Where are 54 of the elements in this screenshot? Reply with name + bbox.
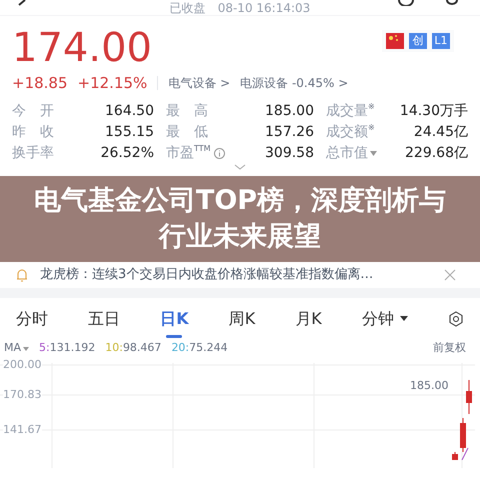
chart-tab[interactable]: 分时 bbox=[16, 298, 48, 340]
caret-icon bbox=[23, 346, 30, 350]
y-axis-label: 200.00 bbox=[3, 358, 42, 370]
ma-value: 20:75.244 bbox=[171, 340, 228, 356]
stat-value: 157.26 bbox=[265, 122, 314, 142]
chart-tab[interactable]: 五日 bbox=[88, 298, 120, 340]
adjust-label[interactable]: 前复权 bbox=[433, 340, 466, 357]
stat-value: 155.15 bbox=[105, 122, 154, 142]
market-badge: L1 bbox=[432, 33, 450, 49]
ma-dropdown[interactable]: MA bbox=[4, 340, 30, 357]
stat-label: 换手率 bbox=[12, 144, 54, 162]
chart-tab[interactable]: 月K bbox=[295, 298, 322, 340]
notice-text[interactable]: 龙虎榜：连续3个交易日内收盘价格涨幅较基准指数偏离… bbox=[40, 264, 374, 284]
info-icon[interactable] bbox=[214, 148, 225, 158]
bell-icon bbox=[14, 266, 30, 282]
stat-label: 总市值 bbox=[326, 144, 368, 162]
stat-value: 185.00 bbox=[265, 102, 314, 120]
status-text: 已收盘 bbox=[170, 1, 206, 15]
note-mark: ※ bbox=[368, 122, 375, 134]
settings-icon[interactable] bbox=[448, 310, 464, 326]
stat-label: 成交额 bbox=[326, 122, 368, 142]
chart-tab[interactable]: 日K bbox=[160, 298, 189, 340]
chart-tab[interactable]: 周K bbox=[228, 298, 256, 340]
banner-title: 电气基金公司TOP榜，深度剖析与行业未来展望 bbox=[32, 184, 448, 254]
change-text: +18.85 bbox=[12, 73, 68, 94]
y-axis-label: 141.67 bbox=[3, 422, 42, 436]
chart-tab[interactable]: 分钟 bbox=[362, 298, 408, 340]
sector-link[interactable]: 电气设备 > bbox=[168, 74, 230, 92]
market-badge: 创 bbox=[409, 33, 427, 49]
sub-sector-link[interactable]: 电源设备 -0.45% > bbox=[240, 74, 348, 92]
stat-label: 最 低 bbox=[166, 122, 208, 142]
stat-label: 市盈 bbox=[166, 144, 194, 162]
time-text: 08-10 16:14:03 bbox=[218, 1, 310, 15]
stat-label: 最 高 bbox=[166, 102, 208, 120]
y-axis-label: 170.83 bbox=[3, 388, 42, 400]
high-price-label: 185.00 bbox=[410, 378, 448, 394]
change-percent-text: +12.15% bbox=[78, 73, 148, 94]
back-icon[interactable] bbox=[18, 0, 26, 6]
stat-value: 24.45亿 bbox=[414, 122, 468, 142]
stat-value: 309.58 bbox=[265, 144, 314, 162]
flag-icon bbox=[386, 33, 404, 49]
stat-value: 229.68亿 bbox=[405, 144, 468, 162]
stat-value: 164.50 bbox=[105, 102, 154, 120]
caret-icon[interactable] bbox=[370, 150, 377, 156]
price-text: 174.00 bbox=[12, 26, 152, 70]
stat-value: 26.52% bbox=[100, 144, 154, 162]
stat-label: 成交量 bbox=[326, 102, 368, 120]
ma-value: 5:131.192 bbox=[39, 340, 96, 356]
ttm-label: TTM bbox=[194, 142, 211, 154]
stat-label: 昨 收 bbox=[12, 122, 54, 142]
ma-value: 10:98.467 bbox=[105, 340, 162, 356]
stat-label: 今 开 bbox=[12, 102, 54, 120]
note-mark: ※ bbox=[368, 100, 375, 112]
stat-value: 14.30万手 bbox=[400, 102, 468, 120]
